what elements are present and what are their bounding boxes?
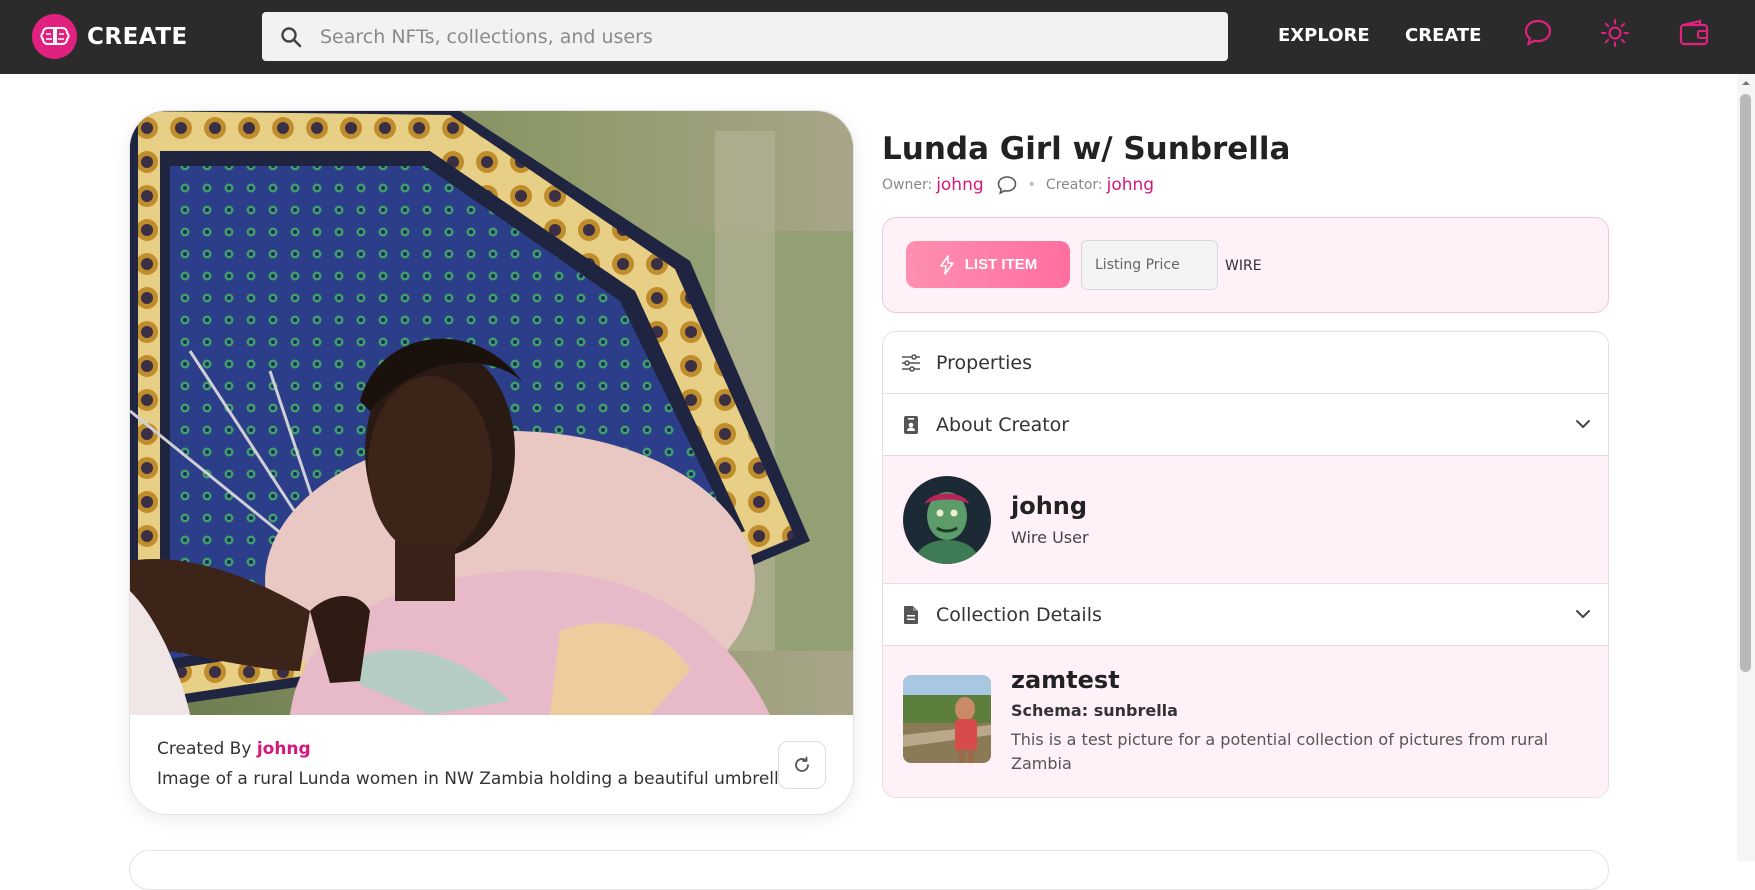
nft-media-card: Created By johng Image of a rural Lunda … bbox=[129, 110, 854, 815]
nav-create[interactable]: CREATE bbox=[1405, 25, 1481, 46]
creator-name[interactable]: johng bbox=[1011, 492, 1087, 520]
brain-logo-icon bbox=[32, 14, 77, 59]
wallet-icon[interactable] bbox=[1678, 18, 1710, 52]
search-icon bbox=[281, 26, 302, 47]
about-creator-label: About Creator bbox=[936, 413, 1070, 436]
lightning-icon bbox=[939, 254, 954, 275]
creator-role: Wire User bbox=[1011, 528, 1089, 547]
owner-label: Owner: bbox=[882, 177, 933, 193]
about-creator-body: johng Wire User bbox=[883, 456, 1608, 584]
separator-dot: • bbox=[1027, 177, 1036, 193]
logo[interactable]: CREATE bbox=[32, 14, 188, 59]
created-by-link[interactable]: johng bbox=[257, 739, 311, 759]
document-icon bbox=[901, 605, 921, 625]
scroll-up-arrow-icon[interactable] bbox=[1737, 76, 1755, 90]
nft-title: Lunda Girl w/ Sunbrella bbox=[882, 131, 1291, 167]
created-by-label: Created By bbox=[157, 739, 252, 759]
owner-link[interactable]: johng bbox=[936, 175, 983, 195]
collection-schema: Schema: sunbrella bbox=[1011, 701, 1178, 720]
message-owner-icon[interactable] bbox=[996, 174, 1018, 196]
logo-text: CREATE bbox=[87, 23, 188, 50]
listing-box: LIST ITEM WIRE bbox=[882, 217, 1609, 313]
collection-thumbnail[interactable] bbox=[903, 675, 991, 763]
details-panel: Properties About Creator johng Wire User… bbox=[882, 331, 1609, 798]
refresh-icon bbox=[795, 756, 809, 772]
collection-description: This is a test picture for a potential c… bbox=[1011, 730, 1549, 773]
ownership-line: Owner: johng • Creator: johng bbox=[882, 174, 1154, 196]
creator-label: Creator: bbox=[1045, 177, 1103, 193]
top-navbar: CREATE EXPLORE CREATE bbox=[0, 0, 1755, 74]
search-bar bbox=[262, 12, 1228, 61]
chevron-down-icon bbox=[1576, 610, 1590, 618]
id-badge-icon bbox=[901, 415, 921, 435]
refresh-button[interactable] bbox=[778, 741, 826, 789]
search-input[interactable] bbox=[320, 25, 1140, 48]
listing-price-input[interactable] bbox=[1081, 240, 1218, 290]
scrollbar-thumb[interactable] bbox=[1740, 94, 1751, 672]
activity-card-edge bbox=[129, 850, 1609, 890]
chevron-down-icon bbox=[1576, 420, 1590, 428]
properties-header[interactable]: Properties bbox=[883, 332, 1608, 394]
nft-description: Image of a rural Lunda women in NW Zambi… bbox=[157, 769, 795, 789]
collection-details-header[interactable]: Collection Details bbox=[883, 584, 1608, 646]
created-by-line: Created By johng bbox=[157, 739, 311, 759]
list-item-button[interactable]: LIST ITEM bbox=[906, 241, 1070, 288]
about-creator-header[interactable]: About Creator bbox=[883, 394, 1608, 456]
currency-label: WIRE bbox=[1225, 258, 1262, 274]
collection-name[interactable]: zamtest bbox=[1011, 666, 1120, 694]
chat-icon[interactable] bbox=[1523, 18, 1553, 52]
collection-details-label: Collection Details bbox=[936, 603, 1102, 626]
collection-details-body: zamtest Schema: sunbrella This is a test… bbox=[883, 646, 1608, 797]
sun-icon[interactable] bbox=[1600, 18, 1630, 52]
nav-explore[interactable]: EXPLORE bbox=[1278, 25, 1370, 46]
creator-link[interactable]: johng bbox=[1107, 175, 1154, 195]
sliders-icon bbox=[901, 353, 921, 373]
nft-image bbox=[130, 111, 853, 715]
creator-avatar[interactable] bbox=[903, 476, 991, 564]
properties-label: Properties bbox=[936, 351, 1033, 374]
list-item-label: LIST ITEM bbox=[964, 256, 1038, 273]
